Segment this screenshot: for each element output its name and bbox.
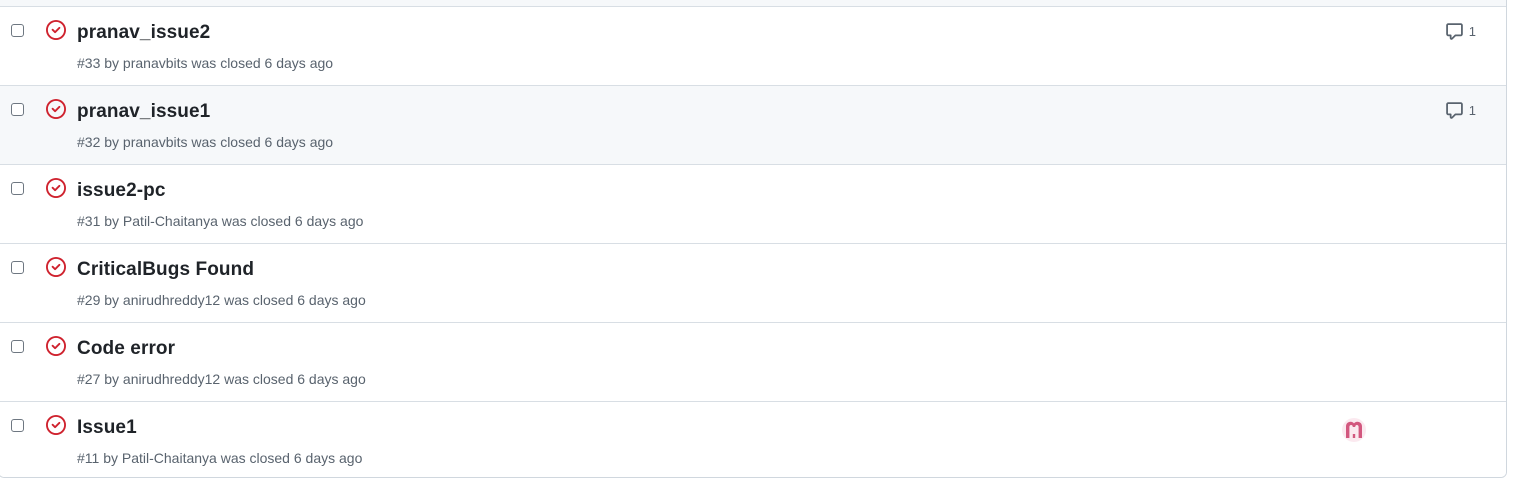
issue-closed-icon [46,20,66,40]
row-checkbox[interactable] [11,419,24,432]
issue-meta: #29 by anirudhreddy12 was closed 6 days … [77,292,366,308]
issue-row[interactable]: CriticalBugs Found #29 by anirudhreddy12… [0,243,1506,322]
comment-count: 1 [1468,103,1476,118]
issue-title-link[interactable]: Code error [77,338,175,360]
issue-row[interactable]: pranav_issue2 #33 by pranavbits was clos… [0,6,1506,85]
issue-row[interactable]: Issue1 #11 by Patil-Chaitanya was closed… [0,401,1506,477]
issue-title-link[interactable]: pranav_issue2 [77,22,210,44]
row-checkbox[interactable] [11,103,24,116]
issue-meta: #27 by anirudhreddy12 was closed 6 days … [77,371,366,387]
row-checkbox[interactable] [11,340,24,353]
issue-meta: #11 by Patil-Chaitanya was closed 6 days… [77,450,363,466]
issue-title-link[interactable]: CriticalBugs Found [77,259,254,281]
row-checkbox[interactable] [11,182,24,195]
issue-meta: #31 by Patil-Chaitanya was closed 6 days… [77,213,364,229]
issue-closed-icon [46,99,66,119]
issue-closed-icon [46,415,66,435]
issues-list: pranav_issue2 #33 by pranavbits was clos… [0,0,1507,478]
row-checkbox[interactable] [11,261,24,274]
comment-count: 1 [1468,24,1476,39]
issue-meta: #32 by pranavbits was closed 6 days ago [77,134,334,150]
issue-title-link[interactable]: pranav_issue1 [77,101,210,123]
comment-count-link[interactable]: 1 [1445,101,1476,120]
issue-meta: #33 by pranavbits was closed 6 days ago [77,55,334,71]
issue-row[interactable]: Code error #27 by anirudhreddy12 was clo… [0,322,1506,401]
assignee-avatar[interactable] [1342,418,1366,442]
comment-icon [1445,23,1463,40]
comment-count-link[interactable]: 1 [1445,22,1476,41]
comment-icon [1445,102,1463,119]
issue-row[interactable]: issue2-pc #31 by Patil-Chaitanya was clo… [0,164,1506,243]
issue-row[interactable]: pranav_issue1 #32 by pranavbits was clos… [0,85,1506,164]
row-checkbox[interactable] [11,24,24,37]
issue-title-link[interactable]: issue2-pc [77,180,166,202]
issue-title-link[interactable]: Issue1 [77,417,137,439]
issue-closed-icon [46,336,66,356]
issue-closed-icon [46,178,66,198]
issue-closed-icon [46,257,66,277]
